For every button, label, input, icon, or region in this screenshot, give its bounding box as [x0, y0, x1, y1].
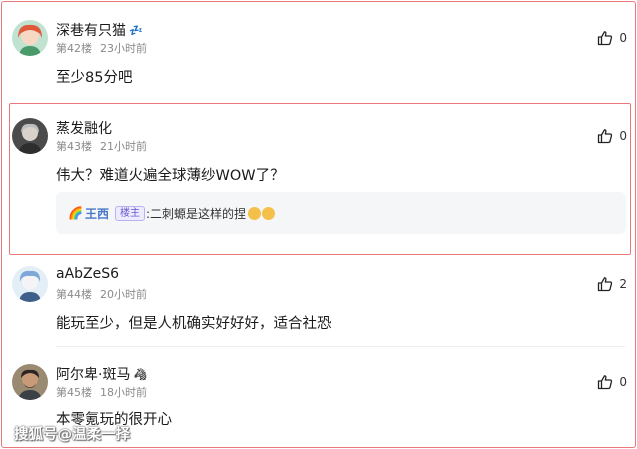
timestamp: 20小时前	[100, 288, 147, 301]
reply-preview[interactable]: 🌈 王西 楼主 :二刺螈是这样的捏	[56, 192, 626, 234]
thumbs-up-icon	[598, 31, 613, 46]
avatar-image-icon	[12, 118, 48, 154]
username[interactable]: 蒸发融化	[56, 118, 112, 138]
watermark: 搜狐号@温柔一择	[14, 427, 130, 443]
comment-item: 深巷有只猫 💤 第42楼 23小时前 至少85分吧 0	[12, 20, 627, 90]
rainbow-icon: 🌈	[68, 206, 83, 220]
like-count: 2	[619, 277, 627, 291]
username[interactable]: aAbZeS6	[56, 266, 119, 282]
avatar[interactable]	[12, 118, 48, 154]
zebra-badge-icon: 🦓	[133, 368, 148, 381]
avatar-image-icon	[12, 266, 48, 302]
avatar-image-icon	[12, 20, 48, 56]
reply-text: :二刺螈是这样的捏	[145, 206, 247, 221]
like-button[interactable]: 0	[597, 30, 627, 46]
comment-content: 伟大？难道火遍全球薄纱WOW了？	[56, 168, 285, 184]
avatar[interactable]	[12, 364, 48, 400]
floor-number: 第44楼	[56, 288, 92, 301]
smile-emoji-icon	[262, 206, 276, 220]
like-button[interactable]: 2	[597, 276, 627, 292]
like-count: 0	[619, 129, 627, 143]
comment-meta: 第42楼 23小时前	[56, 40, 147, 56]
reply-author[interactable]: 王西	[85, 205, 109, 222]
floor-number: 第42楼	[56, 42, 92, 55]
comment-divider	[56, 346, 625, 347]
like-count: 0	[619, 31, 627, 45]
timestamp: 18小时前	[100, 386, 147, 399]
comment-meta: 第44楼 20小时前	[56, 286, 147, 302]
avatar[interactable]	[12, 266, 48, 302]
thumbs-up-icon	[598, 375, 613, 390]
username[interactable]: 阿尔卑·斑马 🦓	[56, 364, 147, 384]
comment-meta: 第43楼 21小时前	[56, 138, 147, 154]
floor-number: 第45楼	[56, 386, 92, 399]
comment-item: aAbZeS6 第44楼 20小时前 能玩至少，但是人机确实好好好，适合社恐 2	[12, 266, 627, 336]
username[interactable]: 深巷有只猫 💤	[56, 20, 143, 40]
thumbs-up-icon	[598, 277, 613, 292]
avatar-image-icon	[12, 364, 48, 400]
host-badge: 楼主	[114, 205, 145, 221]
like-count: 0	[619, 375, 627, 389]
avatar[interactable]	[12, 20, 48, 56]
comment-content: 至少85分吧	[56, 70, 133, 86]
sleep-badge-icon: 💤	[129, 24, 143, 37]
timestamp: 21小时前	[100, 140, 147, 153]
like-button[interactable]: 0	[597, 374, 627, 390]
comment-meta: 第45楼 18小时前	[56, 384, 147, 400]
floor-number: 第43楼	[56, 140, 92, 153]
comment-content: 能玩至少，但是人机确实好好好，适合社恐	[56, 316, 332, 332]
thumbs-up-icon	[598, 129, 613, 144]
timestamp: 23小时前	[100, 42, 147, 55]
smile-emoji-icon	[248, 206, 262, 220]
like-button[interactable]: 0	[597, 128, 627, 144]
